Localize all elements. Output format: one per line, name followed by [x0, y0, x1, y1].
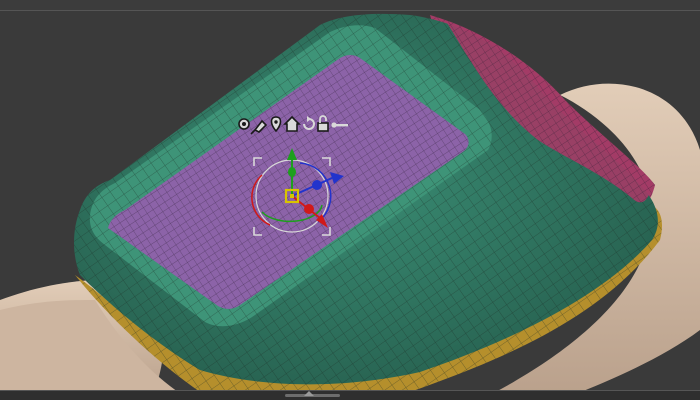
3d-viewport[interactable]: [0, 0, 700, 400]
z-axis-handle[interactable]: [312, 180, 322, 190]
mesh-canvas[interactable]: [0, 0, 700, 400]
center-pivot: [290, 194, 294, 198]
expand-caret-icon[interactable]: [304, 391, 314, 396]
bottom-panel-edge: [0, 390, 700, 400]
x-axis-handle[interactable]: [304, 204, 314, 214]
top-panel-edge: [0, 0, 700, 11]
gear-icon[interactable]: [238, 118, 250, 130]
y-axis-handle[interactable]: [288, 167, 296, 177]
